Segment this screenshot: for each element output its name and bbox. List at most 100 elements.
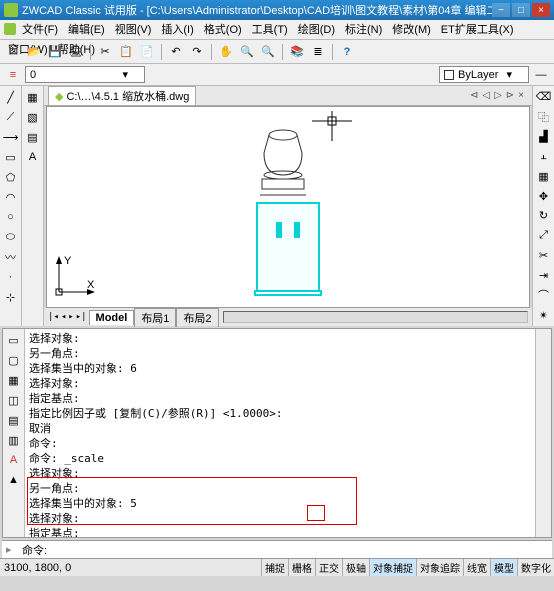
multipoint-tool[interactable]: ⊹ [2, 288, 20, 306]
digitize-toggle[interactable]: 数字化 [517, 559, 554, 576]
spline-tool[interactable]: 〰 [2, 248, 20, 266]
layers-button[interactable]: 📚 [288, 43, 306, 61]
array-tool[interactable]: ▦ [535, 167, 553, 185]
separator [211, 44, 212, 60]
otrack-toggle[interactable]: 对象追踪 [416, 559, 463, 576]
point-tool[interactable]: · [2, 268, 20, 286]
erase-tool[interactable]: ⌫ [535, 88, 553, 106]
model-tab[interactable]: Model [89, 310, 135, 325]
linetype-button[interactable]: — [532, 66, 550, 84]
doc-tab-label: C:\…\4.5.1 缩放水桶.dwg [66, 88, 189, 104]
cmd-scrollbar[interactable] [535, 329, 551, 537]
cmd-tool-1[interactable]: ▭ [5, 331, 23, 349]
title-bar: ZWCAD Classic 试用版 - [C:\Users\Administra… [0, 0, 554, 20]
menu-et-tools[interactable]: ET扩展工具(X) [437, 20, 518, 38]
zoom-ext-button[interactable]: 🔍 [259, 43, 277, 61]
snap-toggle[interactable]: 捕捉 [261, 559, 288, 576]
doc-nav-prev[interactable]: ◁ [480, 90, 492, 101]
arc-tool[interactable]: ◠ [2, 188, 20, 206]
pan-button[interactable]: ✋ [217, 43, 235, 61]
menu-tools[interactable]: 工具(T) [248, 20, 292, 38]
menu-modify[interactable]: 修改(M) [388, 20, 435, 38]
canvas[interactable]: YX [46, 106, 530, 308]
line-tool[interactable]: ╱ [2, 88, 20, 106]
offset-tool[interactable]: ⫠ [535, 147, 553, 165]
polygon-tool[interactable]: ⬠ [2, 168, 20, 186]
scale-tool[interactable]: ⤢ [535, 227, 553, 245]
osnap-toggle[interactable]: 对象捕捉 [369, 559, 416, 576]
menu-view[interactable]: 视图(V) [111, 20, 156, 38]
model-toggle[interactable]: 模型 [490, 559, 517, 576]
cmd-tool-5[interactable]: ▤ [5, 411, 23, 429]
trim-tool[interactable]: ✂ [535, 247, 553, 265]
new-button[interactable]: 🗋 [4, 43, 22, 61]
menu-edit[interactable]: 编辑(E) [64, 20, 109, 38]
polar-toggle[interactable]: 极轴 [342, 559, 369, 576]
menu-draw[interactable]: 绘图(D) [294, 20, 339, 38]
print-button[interactable]: 🖨 [67, 43, 85, 61]
tab-nav-prev[interactable]: ◂ [61, 312, 66, 322]
layer-selector[interactable]: 0 ▾ [25, 66, 145, 83]
doc-nav-close[interactable]: × [516, 90, 526, 101]
layout2-tab[interactable]: 布局2 [176, 308, 218, 327]
save-button[interactable]: 💾 [46, 43, 64, 61]
move-tool[interactable]: ✥ [535, 187, 553, 205]
rectangle-tool[interactable]: ▭ [2, 148, 20, 166]
tab-nav-next[interactable]: ▸ [68, 312, 73, 322]
doc-nav-next[interactable]: ▷ [492, 90, 504, 101]
menu-file[interactable]: 文件(F) [18, 20, 62, 38]
cmd-tool-3[interactable]: ▦ [5, 371, 23, 389]
tab-nav-first[interactable]: |◂ [48, 312, 59, 322]
paste-button[interactable]: 📄 [138, 43, 156, 61]
hatch-tool[interactable]: ▦ [24, 88, 42, 106]
drawing-object [256, 127, 320, 292]
doc-nav-last[interactable]: ⊳ [504, 90, 516, 101]
command-prompt[interactable]: ▸ 命令: [2, 540, 552, 558]
undo-button[interactable]: ↶ [167, 43, 185, 61]
ellipse-tool[interactable]: ⬭ [2, 228, 20, 246]
redo-button[interactable]: ↷ [188, 43, 206, 61]
extend-tool[interactable]: ⇥ [535, 266, 553, 284]
maximize-button[interactable]: □ [512, 3, 530, 17]
menu-format[interactable]: 格式(O) [200, 20, 246, 38]
command-history[interactable]: 选择对象: 另一角点: 选择集当中的对象: 6 选择对象: 指定基点: 指定比例… [25, 329, 535, 537]
region-tool[interactable]: ▧ [24, 108, 42, 126]
ucs-icon: YX [55, 256, 95, 299]
table-tool[interactable]: ▤ [24, 128, 42, 146]
help-button[interactable]: ? [338, 43, 356, 61]
fillet-tool[interactable]: ⌒ [535, 286, 553, 304]
copy-tool[interactable]: ⿻ [535, 108, 553, 126]
cmd-tool-7[interactable]: A [5, 451, 23, 469]
document-tab[interactable]: ◆ C:\…\4.5.1 缩放水桶.dwg [48, 86, 196, 105]
color-selector[interactable]: ByLayer ▾ [439, 66, 529, 83]
explode-tool[interactable]: ✴ [535, 306, 553, 324]
draw-toolbar-2: ▦ ▧ ▤ A [22, 86, 44, 326]
menu-dimension[interactable]: 标注(N) [341, 20, 386, 38]
layer-dropdown-icon[interactable]: ≡ [4, 66, 22, 84]
doc-nav-first[interactable]: ⊲ [468, 90, 480, 101]
layout1-tab[interactable]: 布局1 [134, 308, 176, 327]
h-scrollbar[interactable] [223, 311, 528, 323]
ortho-toggle[interactable]: 正交 [315, 559, 342, 576]
circle-tool[interactable]: ○ [2, 208, 20, 226]
menu-insert[interactable]: 插入(I) [157, 20, 197, 38]
mirror-tool[interactable]: ▟ [535, 128, 553, 146]
cmd-tool-4[interactable]: ◫ [5, 391, 23, 409]
copy-button[interactable]: 📋 [117, 43, 135, 61]
cmd-tool-2[interactable]: ▢ [5, 351, 23, 369]
ray-tool[interactable]: ⟶ [2, 128, 20, 146]
zoom-button[interactable]: 🔍 [238, 43, 256, 61]
lwt-toggle[interactable]: 线宽 [463, 559, 490, 576]
rotate-tool[interactable]: ↻ [535, 207, 553, 225]
minimize-button[interactable]: − [492, 3, 510, 17]
open-button[interactable]: 📂 [25, 43, 43, 61]
text-tool[interactable]: A [24, 148, 42, 166]
close-button[interactable]: × [532, 3, 550, 17]
props-button[interactable]: ≣ [309, 43, 327, 61]
cmd-tool-8[interactable]: ▲ [5, 471, 23, 489]
polyline-tool[interactable]: ⟋ [2, 108, 20, 126]
tab-nav-last[interactable]: ▸| [76, 312, 87, 322]
grid-toggle[interactable]: 栅格 [288, 559, 315, 576]
cut-button[interactable]: ✂ [96, 43, 114, 61]
cmd-tool-6[interactable]: ▥ [5, 431, 23, 449]
